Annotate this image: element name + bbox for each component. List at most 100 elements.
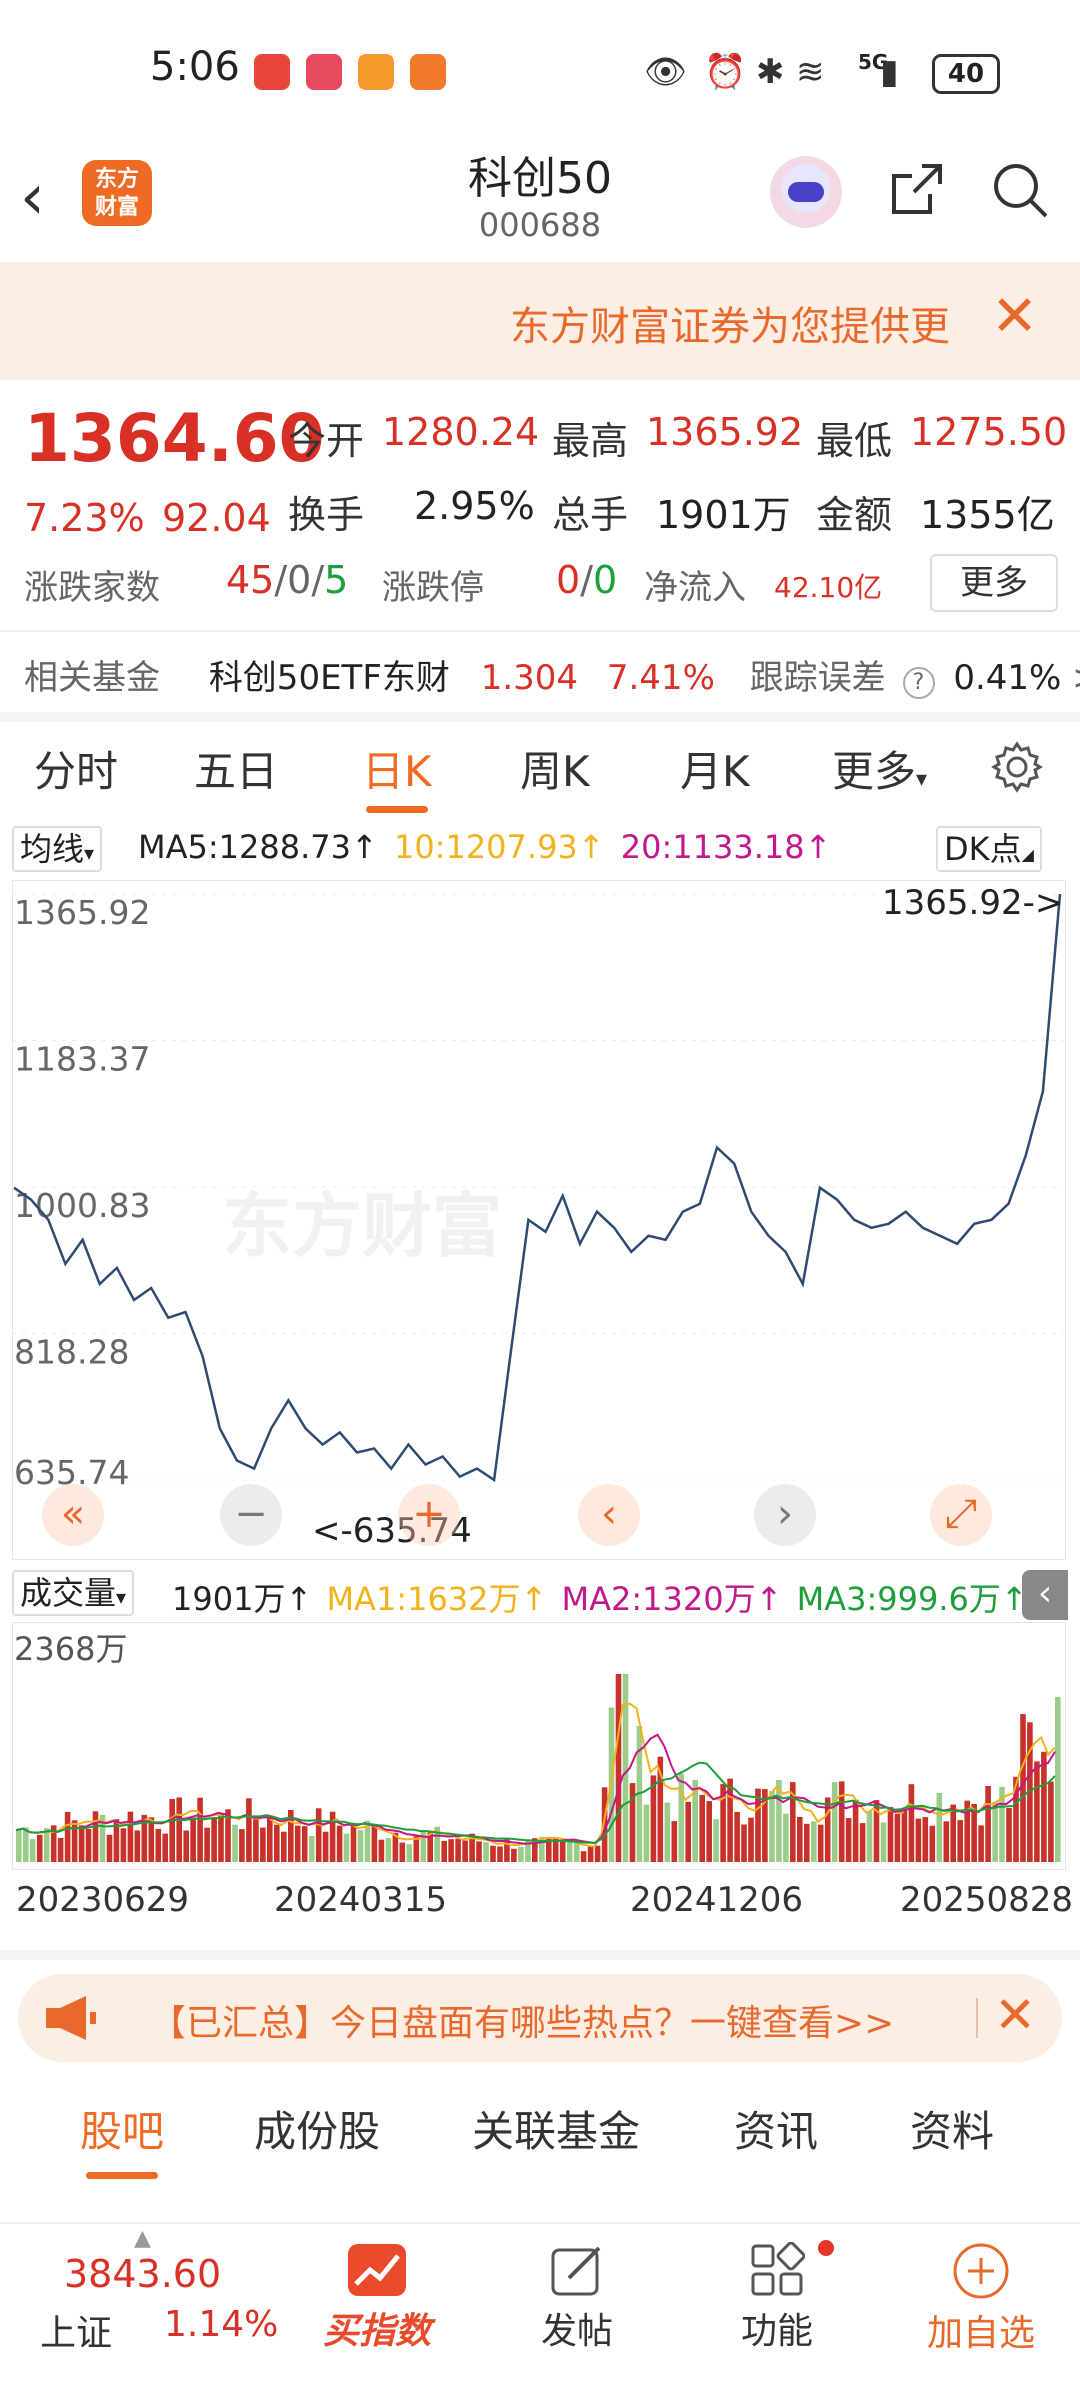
tab-related-funds[interactable]: 关联基金 [472, 2098, 640, 2159]
high-marker: 1365.92-> [882, 883, 1063, 923]
related-fund-row[interactable]: 相关基金 科创50ETF东财 1.304 7.41% 跟踪误差 ? 0.41% … [24, 650, 1080, 699]
volume-bar [148, 1817, 155, 1862]
date-tick: 20230629 [16, 1880, 190, 1920]
low-label: 最低 [816, 419, 893, 463]
volume-bar-chart[interactable]: 2368万 [12, 1622, 1066, 1870]
volume-bar [57, 1838, 64, 1862]
tab-monthly-k[interactable]: 月K [680, 738, 750, 799]
dk-point-button[interactable]: DK点◢ [936, 826, 1042, 872]
volume-bar [413, 1836, 420, 1862]
grid-functions-icon [751, 2241, 806, 2296]
y-tick-label: 1183.37 [14, 1040, 150, 1079]
promo-banner[interactable]: 【已汇总】今日盘面有哪些热点？一键查看>> ✕ [18, 1974, 1062, 2062]
scroll-left-fast-icon[interactable]: « [42, 1484, 104, 1546]
breadth-down: 5 [324, 558, 349, 602]
volume-bar [755, 1788, 761, 1862]
current-price: 1364.60 [24, 400, 325, 477]
reader-app-icon [306, 54, 342, 90]
clock: 5:06 [150, 44, 240, 90]
prev-icon[interactable]: ‹ [578, 1484, 640, 1546]
volume-bar [615, 1674, 622, 1862]
volume-bar [894, 1813, 901, 1862]
next-icon[interactable]: › [754, 1484, 816, 1546]
tab-profile[interactable]: 资料 [910, 2098, 994, 2159]
vol-ma3: MA3:999.6万 [796, 1580, 1001, 1618]
volume-bar [294, 1825, 301, 1862]
fund-price: 1.304 [480, 658, 579, 698]
volume-bar [622, 1674, 629, 1862]
volume-bars [16, 1674, 1061, 1862]
volume-bar [922, 1817, 929, 1862]
volume-bar [901, 1810, 908, 1862]
tab-news[interactable]: 资讯 [734, 2098, 818, 2159]
tab-weekly-k[interactable]: 周K [520, 738, 590, 799]
buy-index-button[interactable]: 买指数 [302, 2224, 452, 2354]
limit-up: 0 [556, 558, 581, 602]
volume-bar [748, 1817, 754, 1862]
post-button[interactable]: 发帖 [502, 2224, 652, 2354]
volume-bar [887, 1807, 894, 1862]
tab-5day[interactable]: 五日 [194, 738, 278, 799]
chart-gridlines [12, 893, 1066, 1481]
ma-selector[interactable]: 均线▾ [12, 826, 103, 872]
buy-index-icon [348, 2244, 406, 2296]
tab-constituents[interactable]: 成份股 [254, 2098, 380, 2159]
volume-bar [664, 1802, 671, 1862]
sh-index-value[interactable]: 3843.60 [64, 2252, 221, 2296]
volume-current: 1901万 [172, 1580, 286, 1618]
divider [0, 630, 1080, 632]
vol-ma2: MA2:1320万 [561, 1580, 756, 1618]
tracking-label: 跟踪误差 [749, 658, 886, 698]
promo-close-icon[interactable]: ✕ [994, 1986, 1036, 2044]
volume-bar [1048, 1781, 1054, 1862]
share-icon[interactable] [886, 160, 946, 220]
y-tick-labels: 1365.921183.371000.83818.28635.74 [14, 893, 150, 1492]
open-label: 今开 [288, 419, 365, 463]
broker-banner[interactable]: 东方财富证券为您提供更 ✕ [0, 262, 1080, 380]
volume-bar [594, 1845, 601, 1862]
more-button[interactable]: 更多 [930, 554, 1058, 612]
volume-bar [797, 1816, 803, 1862]
volume-bar [281, 1831, 287, 1862]
volume-bar [699, 1794, 705, 1862]
volume-bar [336, 1825, 343, 1862]
volume-bar [559, 1840, 566, 1862]
search-icon[interactable] [990, 160, 1050, 220]
fund-pct: 7.41% [606, 658, 715, 698]
zoom-out-icon[interactable]: − [220, 1484, 282, 1546]
settings-gear-icon[interactable] [990, 740, 1044, 794]
notification-dot [818, 2240, 834, 2256]
fullscreen-icon[interactable]: ⤢ [930, 1484, 992, 1546]
tab-daily-k[interactable]: 日K [362, 738, 432, 799]
volume-bar [685, 1801, 691, 1862]
tab-intraday[interactable]: 分时 [34, 738, 118, 799]
banner-close-icon[interactable]: ✕ [991, 284, 1038, 349]
ma20-value: 20:1133.18 [620, 828, 805, 866]
expand-up-icon[interactable]: ▲ [134, 2226, 151, 2251]
vol-ma1: MA1:1632万 [326, 1580, 521, 1618]
assistant-robot-icon[interactable] [770, 156, 842, 228]
volume-bar [859, 1823, 866, 1862]
volume-bar [985, 1786, 991, 1862]
huawei-app-icon [254, 54, 290, 90]
add-watchlist-button[interactable]: 加自选 [906, 2224, 1056, 2356]
volume-bar [476, 1841, 482, 1862]
tab-guba[interactable]: 股吧 [80, 2098, 164, 2159]
turnover-label: 换手 [288, 493, 365, 537]
help-icon[interactable]: ? [902, 667, 935, 699]
status-bar: 5:06 👁 ⏰ ✱ ≋ 5G ▮ 40 [0, 0, 1080, 140]
volume-bar [490, 1845, 496, 1862]
volume-bar [943, 1821, 950, 1862]
chart-watermark: 东方财富 [222, 1185, 502, 1267]
breadth-values: 45/0/5 [226, 558, 349, 602]
section-gap [0, 712, 1080, 722]
tab-more[interactable]: 更多▾ [832, 738, 927, 799]
price-line-chart[interactable]: 东方财富 1365.921183.371000.83818.28635.74 1… [12, 880, 1066, 1560]
functions-button[interactable]: 功能 [702, 2224, 852, 2354]
volume-selector[interactable]: 成交量▾ [12, 1570, 135, 1616]
volume-bar [448, 1839, 454, 1862]
volume-bar [852, 1799, 859, 1862]
side-panel-toggle-icon[interactable]: ‹ [1022, 1570, 1068, 1620]
zoom-in-icon[interactable]: + [398, 1484, 460, 1546]
change-percent: 7.23% [24, 496, 145, 540]
